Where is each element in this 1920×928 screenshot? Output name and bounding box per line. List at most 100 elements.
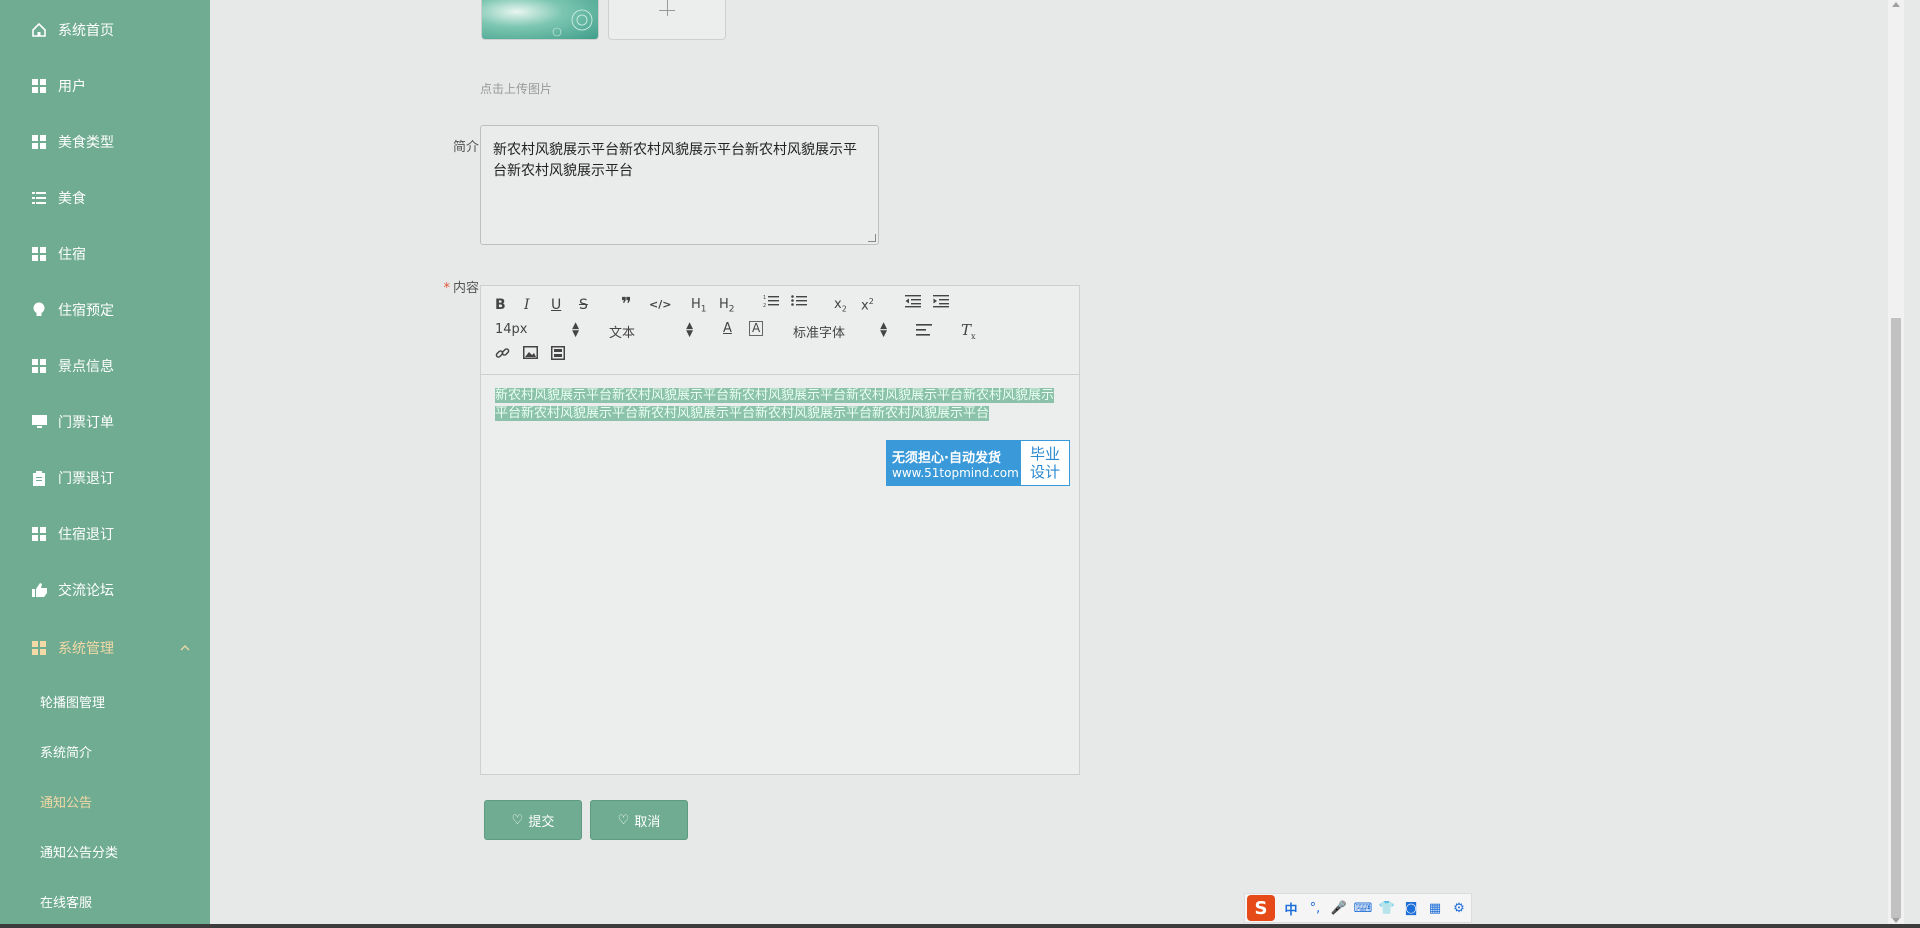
sidebar-item-lodging[interactable]: 住宿 <box>0 232 210 276</box>
sidebar-group-system[interactable]: 系统管理 <box>0 626 210 670</box>
align-icon[interactable] <box>916 324 932 340</box>
sidebar: 系统首页 用户 美食类型 美食 住宿 住宿预定 景点信息 门票订单 门票退订 住… <box>0 0 210 925</box>
keyboard-icon[interactable]: ⌨ <box>1351 901 1375 916</box>
sidebar-item-lodging-refund[interactable]: 住宿退订 <box>0 512 210 556</box>
monitor-icon <box>30 413 48 431</box>
paragraph-value: 文本 <box>609 326 636 341</box>
apps-icon[interactable]: ▦ <box>1423 901 1447 916</box>
sidebar-item-food-type[interactable]: 美食类型 <box>0 120 210 164</box>
image-decoration <box>552 9 593 37</box>
intro-textarea[interactable]: 新农村风貌展示平台新农村风貌展示平台新农村风貌展示平台新农村风貌展示平台 <box>480 125 879 245</box>
sidebar-item-forum[interactable]: 交流论坛 <box>0 568 210 612</box>
ime-punct-toggle[interactable]: °, <box>1303 901 1327 916</box>
grid-icon <box>30 639 48 657</box>
list-icon <box>30 189 48 207</box>
required-mark: * <box>443 281 450 296</box>
background-color-icon[interactable]: A <box>749 321 764 336</box>
sidebar-subitem-notice[interactable]: 通知公告 <box>0 781 210 821</box>
indent-icon[interactable] <box>933 294 949 312</box>
h1-button[interactable]: H1 <box>691 297 707 315</box>
sidebar-subitem-online-service[interactable]: 在线客服 <box>0 881 210 921</box>
svg-text:2: 2 <box>763 303 766 308</box>
rich-text-editor: B I U S ❞ </> H1 H2 12 x2 x2 14px ▲ ▼ 文本… <box>480 285 1080 775</box>
sidebar-item-label: 住宿预定 <box>58 303 114 319</box>
video-icon[interactable] <box>551 346 565 364</box>
select-arrows-icon: ▲ ▼ <box>572 321 579 339</box>
image-icon[interactable] <box>523 346 538 363</box>
link-icon[interactable] <box>495 346 510 365</box>
sidebar-item-scenic[interactable]: 景点信息 <box>0 344 210 388</box>
sidebar-item-home[interactable]: 系统首页 <box>0 8 210 52</box>
code-icon[interactable]: </> <box>649 298 671 311</box>
editor-toolbar: B I U S ❞ </> H1 H2 12 x2 x2 14px ▲ ▼ 文本… <box>481 286 1079 375</box>
ime-toolbar: S 中 °, 🎤 ⌨ 👕 ◙ ▦ ⚙ <box>1244 893 1472 923</box>
editor-content-line: 平台新农村风貌展示平台新农村风貌展示平台新农村风貌展示平台新农村风貌展示平台 <box>495 406 990 421</box>
sidebar-item-ticket-order[interactable]: 门票订单 <box>0 400 210 444</box>
cancel-button[interactable]: ♡ 取消 <box>590 800 688 840</box>
vertical-scrollbar[interactable] <box>1888 0 1904 925</box>
plus-icon <box>667 0 668 16</box>
select-arrows-icon: ▲ ▼ <box>880 321 887 339</box>
font-family-select[interactable]: 标准字体 ▲ ▼ <box>793 321 887 342</box>
editor-content-line: 新农村风貌展示平台新农村风貌展示平台新农村风貌展示平台新农村风貌展示平台新农村风… <box>495 388 1055 403</box>
editor-content-area[interactable]: 新农村风貌展示平台新农村风貌展示平台新农村风貌展示平台新农村风貌展示平台新农村风… <box>481 375 1079 435</box>
sidebar-subitem-label: 通知公告 <box>40 795 93 811</box>
sidebar-item-ticket-refund[interactable]: 门票退订 <box>0 456 210 500</box>
sidebar-subitem-label: 系统简介 <box>40 745 93 761</box>
ime-lang-toggle[interactable]: 中 <box>1279 899 1303 918</box>
microphone-icon[interactable]: 🎤 <box>1327 901 1351 916</box>
watermark-badge: 无须担心·自动发货 www.51topmind.com 毕业 设计 <box>886 440 1070 486</box>
sidebar-group-label: 系统管理 <box>58 641 114 657</box>
select-arrows-icon: ▲ ▼ <box>686 321 693 339</box>
skin-icon[interactable]: 👕 <box>1375 901 1399 916</box>
heart-icon: ♡ <box>511 812 524 828</box>
sidebar-item-user[interactable]: 用户 <box>0 64 210 108</box>
italic-button[interactable]: I <box>524 297 530 313</box>
badge-line1: 无须担心·自动发货 <box>892 450 1001 466</box>
sidebar-item-label: 景点信息 <box>58 359 114 375</box>
clear-format-icon[interactable]: Tx <box>961 321 976 341</box>
scroll-up-icon[interactable] <box>1892 2 1900 7</box>
resize-handle[interactable] <box>868 234 876 242</box>
outdent-icon[interactable] <box>905 294 921 312</box>
chevron-up-icon <box>180 640 190 656</box>
sidebar-item-lodging-booking[interactable]: 住宿预定 <box>0 288 210 332</box>
sidebar-subitem-label: 轮播图管理 <box>40 695 106 711</box>
font-color-icon[interactable]: A <box>723 321 732 336</box>
sidebar-subitem-intro[interactable]: 系统简介 <box>0 731 210 771</box>
upload-image-button[interactable] <box>608 0 726 40</box>
settings-icon[interactable]: ⚙ <box>1447 901 1471 916</box>
sidebar-item-label: 美食 <box>58 191 86 207</box>
underline-button[interactable]: U <box>551 297 561 313</box>
sidebar-subitem-notice-category[interactable]: 通知公告分类 <box>0 831 210 871</box>
subscript-button[interactable]: x2 <box>834 297 847 314</box>
sidebar-item-label: 系统首页 <box>58 23 114 39</box>
submit-button[interactable]: ♡ 提交 <box>484 800 582 840</box>
sidebar-item-label: 住宿退订 <box>58 527 114 543</box>
badge-line2: www.51topmind.com <box>892 465 1019 480</box>
cancel-label: 取消 <box>634 814 661 830</box>
paragraph-select[interactable]: 文本 ▲ ▼ <box>609 321 693 342</box>
badge-right-line2: 设计 <box>1029 463 1060 481</box>
clipboard-icon <box>30 469 48 487</box>
uploaded-image-thumbnail[interactable] <box>481 0 599 40</box>
blockquote-icon[interactable]: ❞ <box>621 294 632 315</box>
strike-button[interactable]: S <box>579 297 588 313</box>
sidebar-item-label: 门票订单 <box>58 415 114 431</box>
ordered-list-icon[interactable]: 12 <box>763 294 779 312</box>
bullet-list-icon[interactable] <box>791 294 807 312</box>
scroll-down-icon[interactable] <box>1892 918 1900 923</box>
sidebar-subitem-carousel[interactable]: 轮播图管理 <box>0 681 210 721</box>
scrollbar-thumb[interactable] <box>1891 318 1901 918</box>
sogou-logo-icon[interactable]: S <box>1247 895 1275 921</box>
h2-button[interactable]: H2 <box>719 297 735 315</box>
taskbar-edge <box>0 924 1920 928</box>
main-content: 点击上传图片 简介 新农村风貌展示平台新农村风貌展示平台新农村风貌展示平台新农村… <box>210 0 1904 925</box>
bold-button[interactable]: B <box>495 297 506 313</box>
robot-icon[interactable]: ◙ <box>1399 901 1423 916</box>
sidebar-item-label: 交流论坛 <box>58 583 114 599</box>
sidebar-item-food[interactable]: 美食 <box>0 176 210 220</box>
font-size-select[interactable]: 14px ▲ ▼ <box>495 321 579 339</box>
superscript-button[interactable]: x2 <box>861 297 874 313</box>
heart-icon: ♡ <box>617 812 630 828</box>
